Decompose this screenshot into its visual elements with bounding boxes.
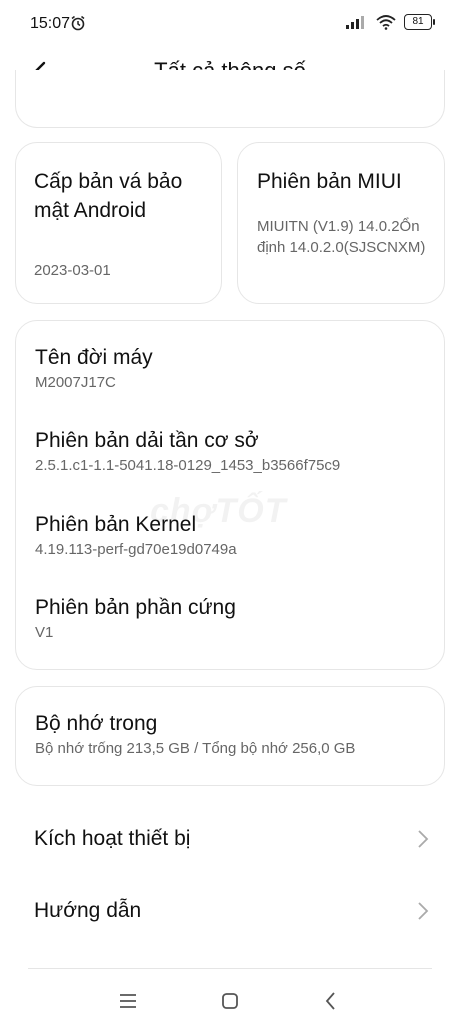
spec-label: Tên đời máy — [35, 346, 153, 369]
back-chevron-icon[interactable] — [317, 986, 345, 1014]
battery-indicator: 81 — [404, 14, 435, 30]
spec-item: Phiên bản dải tần cơ sở 2.5.1.c1-1.1-504… — [35, 429, 340, 474]
chevron-right-icon — [418, 902, 429, 920]
divider — [28, 968, 432, 969]
system-nav-bar — [0, 980, 460, 1024]
storage-label: Bộ nhớ trong — [35, 712, 158, 735]
status-bar: 15:07 81 — [0, 0, 460, 48]
spec-value: V1 — [35, 624, 54, 641]
guide-label: Hướng dẫn — [34, 899, 142, 922]
spec-value: 4.19.113-perf-gd70e19d0749a — [35, 541, 237, 558]
menu-icon[interactable] — [114, 986, 142, 1014]
spec-label: Phiên bản dải tần cơ sở — [35, 429, 259, 452]
storage-item: Bộ nhớ trong Bộ nhớ trống 213,5 GB / Tổn… — [35, 712, 355, 757]
activate-device-label: Kích hoạt thiết bị — [34, 827, 191, 850]
spec-item: Tên đời máy M2007J17C — [35, 346, 153, 391]
spec-value: 2.5.1.c1-1.1-5041.18-0129_1453_b3566f75c… — [35, 457, 341, 474]
signal-icon — [346, 16, 364, 29]
storage-card[interactable]: Bộ nhớ trong Bộ nhớ trống 213,5 GB / Tổn… — [15, 686, 445, 786]
storage-value: Bộ nhớ trống 213,5 GB / Tổng bộ nhớ 256,… — [35, 740, 356, 757]
activate-device-row[interactable]: Kích hoạt thiết bị — [34, 819, 430, 859]
miui-version-card[interactable]: Phiên bản MIUI MIUITN (V1.9) 14.0.2Ổn đị… — [237, 142, 445, 304]
watermark-logo: chợTỐT — [150, 492, 287, 530]
security-patch-card[interactable]: Cấp bản vá bảo mật Android 2023-03-01 — [15, 142, 222, 304]
security-patch-value: 2023-03-01 — [34, 262, 111, 279]
alarm-clock-icon — [71, 15, 85, 31]
spec-value: M2007J17C — [35, 374, 116, 391]
spec-item: Phiên bản phần cứng V1 — [35, 596, 236, 641]
home-square-icon[interactable] — [216, 986, 244, 1014]
miui-version-title: Phiên bản MIUI — [257, 170, 402, 193]
guide-row[interactable]: Hướng dẫn — [34, 891, 430, 931]
chevron-right-icon — [418, 830, 429, 848]
miui-version-value: MIUITN (V1.9) 14.0.2Ổn định 14.0.2.0(SJS… — [257, 218, 426, 256]
previous-card — [15, 70, 445, 128]
wifi-icon — [376, 15, 396, 30]
security-patch-title: Cấp bản vá bảo mật Android — [34, 170, 183, 222]
spec-label: Phiên bản phần cứng — [35, 596, 236, 619]
status-time: 15:07 — [30, 15, 71, 32]
